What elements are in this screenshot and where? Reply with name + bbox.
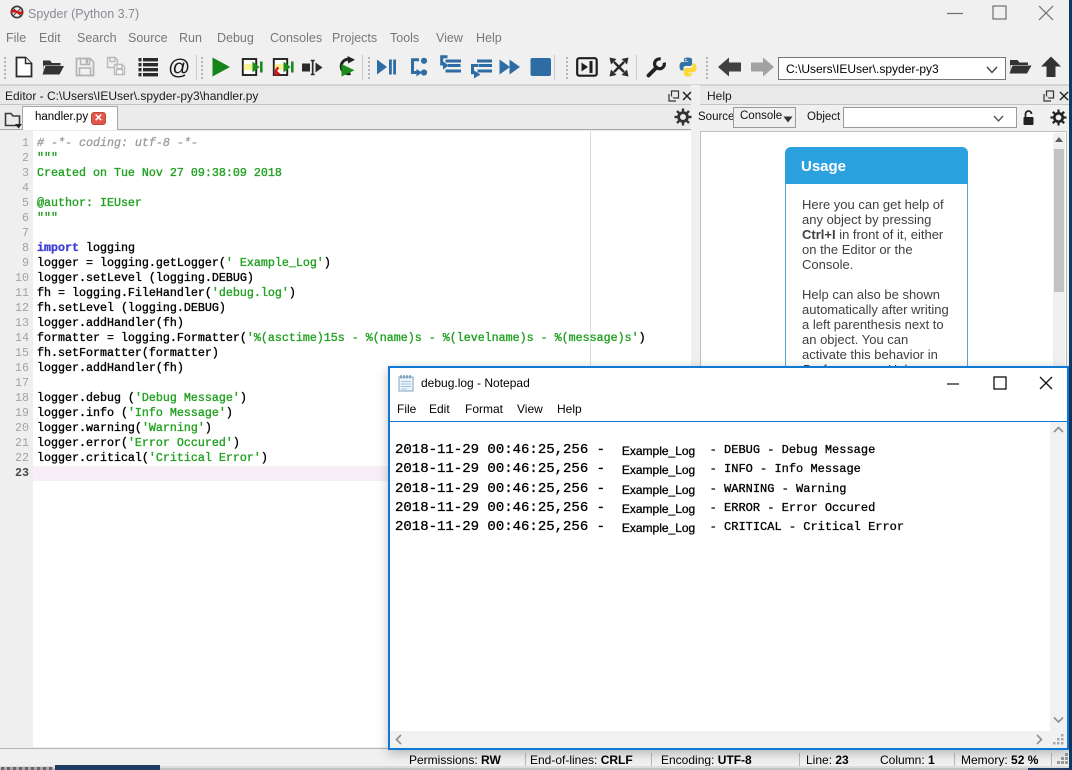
svg-text:@: @: [168, 55, 190, 79]
